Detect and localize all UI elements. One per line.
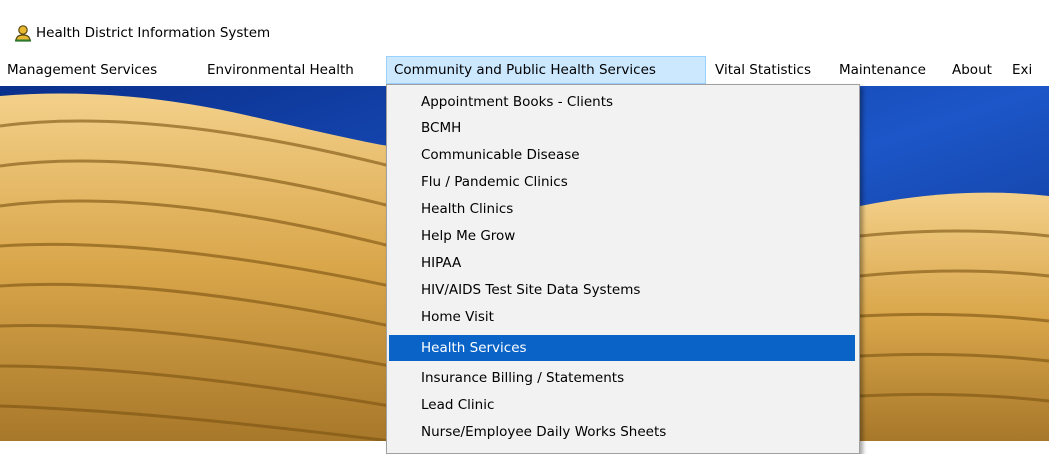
dropdown-item-flu-pandemic-clinics[interactable]: Flu / Pandemic Clinics [389,169,855,195]
menu-community-public-health[interactable]: Community and Public Health Services [386,56,706,84]
menu-bar: Management Services Environmental Health… [0,56,1049,86]
person-gold-icon [15,25,31,42]
dropdown-item-home-visit[interactable]: Home Visit [389,304,855,330]
dropdown-item-insurance-billing[interactable]: Insurance Billing / Statements [389,365,855,391]
menu-maintenance[interactable]: Maintenance [832,56,933,84]
menu-about[interactable]: About [945,56,999,84]
dropdown-item-hiv-aids-test-site[interactable]: HIV/AIDS Test Site Data Systems [389,277,855,303]
dropdown-item-nurse-employee-sheets[interactable]: Nurse/Employee Daily Works Sheets [389,419,855,445]
menu-vital-statistics[interactable]: Vital Statistics [708,56,818,84]
dropdown-item-health-services[interactable]: Health Services [389,335,855,361]
menu-management-services[interactable]: Management Services [0,56,164,84]
dropdown-item-help-me-grow[interactable]: Help Me Grow [389,223,855,249]
menu-exit[interactable]: Exi [1005,56,1039,84]
menu-environmental-health[interactable]: Environmental Health [200,56,361,84]
dropdown-item-communicable-disease[interactable]: Communicable Disease [389,142,855,168]
dropdown-item-lead-clinic[interactable]: Lead Clinic [389,392,855,418]
title-bar: Health District Information System [0,0,1049,50]
dropdown-item-health-clinics[interactable]: Health Clinics [389,196,855,222]
community-health-dropdown: Appointment Books - Clients BCMH Communi… [386,84,860,454]
dropdown-item-appointment-books[interactable]: Appointment Books - Clients [389,89,855,115]
dropdown-item-hipaa[interactable]: HIPAA [389,250,855,276]
window-title: Health District Information System [36,25,271,41]
dropdown-item-bcmh[interactable]: BCMH [389,115,855,141]
